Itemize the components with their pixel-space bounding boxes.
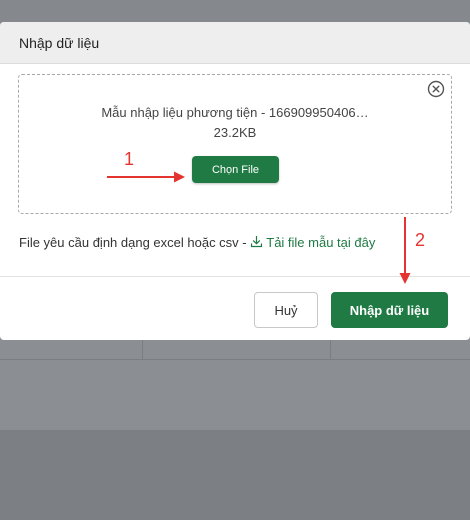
backdrop-content	[0, 360, 470, 430]
backdrop-table-row	[0, 340, 470, 360]
backdrop-footer	[0, 430, 470, 520]
import-data-button[interactable]: Nhập dữ liệu	[331, 292, 448, 328]
table-column-divider	[142, 340, 143, 360]
selected-file-name: Mẫu nhập liệu phương tiện - 166909950406…	[101, 105, 369, 120]
file-dropzone[interactable]: Mẫu nhập liệu phương tiện - 166909950406…	[18, 74, 452, 214]
choose-file-button[interactable]: Chọn File	[192, 156, 279, 183]
modal-header: Nhập dữ liệu	[0, 22, 470, 64]
annotation-step-2: 2	[415, 230, 426, 250]
modal-footer-divider	[0, 276, 470, 277]
modal-title: Nhập dữ liệu	[19, 35, 100, 51]
selected-file-size: 23.2KB	[213, 125, 257, 140]
close-circle-icon[interactable]	[427, 80, 445, 98]
backdrop-header-strip	[0, 0, 470, 22]
download-icon	[251, 235, 263, 248]
hint-text: File yêu cầu định dạng excel hoặc csv -	[19, 235, 251, 250]
table-column-divider	[330, 340, 331, 360]
download-template-label: Tải file mẫu tại đây	[266, 235, 376, 250]
import-data-modal: Nhập dữ liệu Mẫu nhập liệu phương tiện -…	[0, 22, 470, 340]
annotation-step-1: 1	[124, 149, 135, 169]
cancel-button[interactable]: Huỷ	[254, 292, 318, 328]
file-format-hint: File yêu cầu định dạng excel hoặc csv - …	[19, 235, 375, 250]
download-template-link[interactable]: Tải file mẫu tại đây	[250, 235, 375, 250]
